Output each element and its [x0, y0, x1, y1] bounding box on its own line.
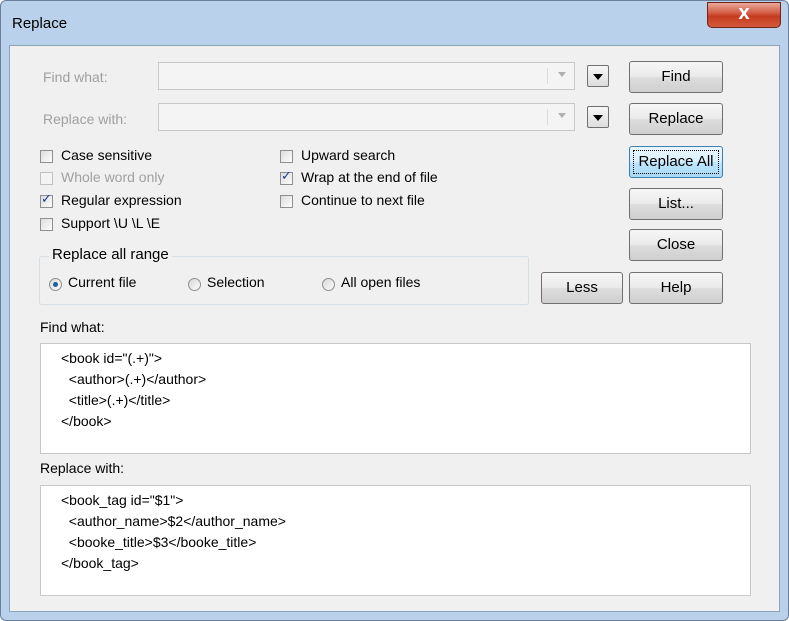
- case-sensitive-checkbox[interactable]: [40, 150, 53, 163]
- wrap-end-of-file-label: Wrap at the end of file: [301, 169, 438, 185]
- upward-search-checkbox[interactable]: [280, 150, 293, 163]
- find-text-line: <book id="(.+)">: [61, 350, 163, 366]
- support-ule-checkbox[interactable]: [40, 218, 53, 231]
- find-what-label: Find what:: [43, 69, 108, 85]
- find-text-area[interactable]: <book id="(.+)"> <author>(.+)</author> <…: [40, 343, 751, 454]
- replace-text-line: <author_name>$2</author_name>: [61, 513, 286, 529]
- chevron-down-icon: [593, 115, 603, 121]
- help-button[interactable]: Help: [629, 272, 723, 304]
- checkmark-icon: ✓: [281, 169, 292, 184]
- replace-dialog: Replace X Find what: Replace with: Find …: [0, 0, 789, 621]
- replace-with-combo[interactable]: [158, 103, 575, 131]
- less-button[interactable]: Less: [541, 272, 623, 304]
- replace-text-area[interactable]: <book_tag id="$1"> <author_name>$2</auth…: [40, 485, 751, 596]
- chevron-down-icon: [558, 72, 566, 77]
- find-text-line: <title>(.+)</title>: [61, 392, 171, 408]
- wrap-end-of-file-checkbox[interactable]: ✓: [280, 169, 293, 185]
- window-close-button[interactable]: X: [707, 2, 781, 28]
- selection-radio[interactable]: [188, 278, 201, 291]
- replace-history-button[interactable]: [587, 106, 609, 128]
- find-button[interactable]: Find: [629, 61, 723, 93]
- whole-word-label: Whole word only: [61, 169, 165, 185]
- continue-next-file-checkbox[interactable]: [280, 195, 293, 208]
- window-title: Replace: [12, 15, 68, 32]
- replace-text-line: </book_tag>: [61, 555, 139, 571]
- whole-word-checkbox: [40, 172, 53, 185]
- replace-all-button[interactable]: Replace All: [629, 146, 723, 178]
- regular-expression-label: Regular expression: [61, 192, 182, 208]
- current-file-label: Current file: [68, 274, 137, 290]
- replace-text-line: <book_tag id="$1">: [61, 492, 184, 508]
- find-text-label: Find what:: [40, 319, 105, 335]
- selection-label: Selection: [207, 274, 265, 290]
- current-file-radio[interactable]: [49, 278, 62, 291]
- continue-next-file-label: Continue to next file: [301, 192, 425, 208]
- find-text-line: </book>: [61, 413, 112, 429]
- replace-text-line: <booke_title>$3</booke_title>: [61, 534, 257, 550]
- upward-search-label: Upward search: [301, 147, 396, 163]
- find-history-button[interactable]: [587, 65, 609, 87]
- chevron-down-icon: [593, 74, 603, 80]
- checkmark-icon: ✓: [41, 192, 52, 207]
- replace-all-range-label: Replace all range: [49, 246, 172, 263]
- dialog-client-area: Find what: Replace with: Find Replace Re…: [9, 45, 780, 612]
- find-what-combo[interactable]: [158, 62, 575, 90]
- replace-text-label: Replace with:: [40, 460, 125, 476]
- find-text-line: <author>(.+)</author>: [61, 371, 207, 387]
- regular-expression-checkbox[interactable]: ✓: [40, 192, 53, 208]
- chevron-down-icon: [558, 113, 566, 118]
- replace-with-label: Replace with:: [43, 111, 128, 127]
- close-icon: X: [738, 5, 750, 23]
- all-open-files-radio[interactable]: [322, 278, 335, 291]
- support-ule-label: Support \U \L \E: [61, 215, 161, 231]
- replace-button[interactable]: Replace: [629, 103, 723, 135]
- case-sensitive-label: Case sensitive: [61, 147, 153, 163]
- list-button[interactable]: List...: [629, 188, 723, 220]
- all-open-files-label: All open files: [341, 274, 421, 290]
- close-button[interactable]: Close: [629, 229, 723, 261]
